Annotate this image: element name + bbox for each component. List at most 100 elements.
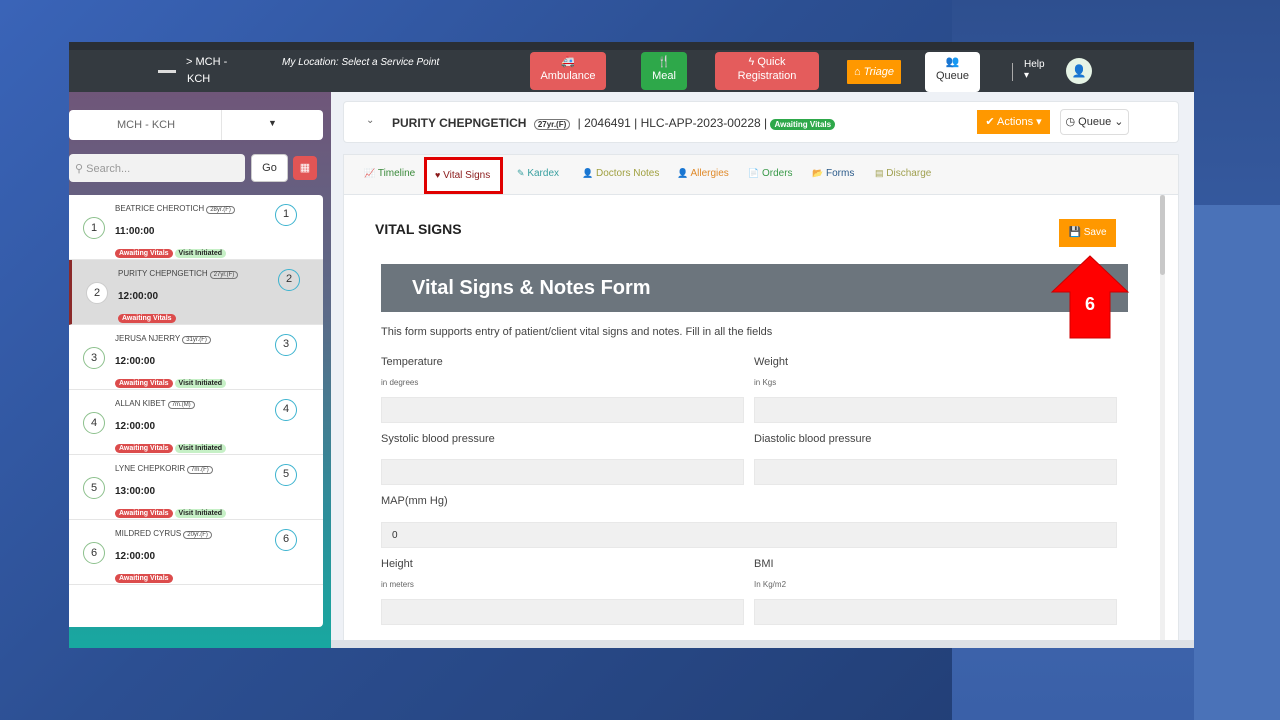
patient-age: 7m.(F) (187, 466, 213, 474)
tab-doctors-notes[interactable]: 👤 Doctors Notes (582, 168, 659, 179)
meal-label: Meal (652, 70, 676, 82)
patient-age: 27yr.(F) (209, 271, 239, 279)
status-tag: Awaiting Vitals (115, 379, 173, 388)
form-banner: Vital Signs & Notes Form (381, 264, 1128, 312)
search-icon: ⚲ (75, 163, 84, 175)
patient-list: 1 BEATRICE CHEROTICH 28yr.(F) 11:00:00 Aw… (69, 195, 323, 627)
diastolic-label: Diastolic blood pressure (754, 433, 872, 445)
save-label: Save (1083, 227, 1107, 238)
tab-label: Discharge (886, 168, 932, 179)
tab-allergies[interactable]: 👤 Allergies (677, 168, 729, 179)
tab-forms[interactable]: 📂 Forms (812, 168, 854, 179)
systolic-input[interactable] (381, 459, 744, 485)
step-number: 6 (1084, 294, 1095, 314)
tab-label: Kardex (527, 168, 560, 179)
patient-name: LYNE CHEPKORIR (115, 464, 186, 473)
tab-icon: 📈 (364, 168, 376, 178)
vital-signs-tab-highlight: ♥ Vital Signs (424, 157, 503, 194)
height-input[interactable] (381, 599, 744, 625)
patient-id: 2046491 (584, 116, 631, 130)
weight-input[interactable] (754, 397, 1117, 423)
facility-select[interactable]: MCH - KCH ▼ (69, 110, 323, 140)
meal-button[interactable]: 🍴 Meal (641, 52, 687, 90)
patient-age: 20yr.(F) (183, 531, 212, 539)
patient-list-item[interactable]: 6 MILDRED CYRUS 20yr.(F) 12:00:00 Awaitin… (69, 520, 323, 585)
tab-icon: 📂 (812, 168, 824, 178)
height-label: Height (381, 558, 413, 570)
calendar-icon[interactable]: ▦ (293, 156, 317, 180)
tab-orders[interactable]: 📄 Orders (748, 168, 793, 179)
bmi-input[interactable] (754, 599, 1117, 625)
go-button[interactable]: Go (251, 154, 288, 182)
status-tag: Awaiting Vitals (115, 574, 173, 583)
quick-registration-button[interactable]: ϟ Quick Registration (715, 52, 819, 90)
facility-breadcrumb[interactable]: > MCH - KCH (186, 56, 227, 90)
collapse-chevron-icon[interactable]: ⌄ (366, 115, 374, 126)
patient-age: 27yr.(F) (533, 119, 571, 130)
appointment-time: 11:00:00 (115, 226, 155, 237)
ticket-number: 3 (275, 334, 297, 356)
sidebar: MCH - KCH ▼ ⚲ Search... Go ▦ 1 BEATRICE … (69, 92, 331, 648)
tab-label: Doctors Notes (596, 168, 660, 179)
patient-list-item[interactable]: 4 ALLAN KIBET 7m.(M) 12:00:00 Awaiting Vi… (69, 390, 323, 455)
height-hint: in meters (381, 580, 414, 589)
appointment-id: HLC-APP-2023-00228 (640, 116, 761, 130)
facility-select-value: MCH - KCH (117, 119, 176, 131)
triage-button[interactable]: ⌂ Triage (847, 60, 901, 84)
app-screenshot: > MCH - KCH My Location: Select a Service… (69, 42, 1194, 648)
scrollbar-thumb[interactable] (1160, 195, 1165, 275)
queue-number: 3 (83, 347, 105, 369)
patient-list-item[interactable]: 2 PURITY CHEPNGETICH 27yr.(F) 12:00:00 Aw… (69, 260, 323, 325)
patient-age: 28yr.(F) (206, 206, 235, 214)
save-button[interactable]: 💾 Save (1059, 219, 1116, 247)
facility-line1: MCH - (195, 56, 228, 68)
ambulance-button[interactable]: 🚑 Ambulance (530, 52, 606, 90)
section-title: VITAL SIGNS (375, 221, 462, 237)
systolic-label: Systolic blood pressure (381, 433, 495, 445)
ticket-number: 4 (275, 399, 297, 421)
tab-timeline[interactable]: 📈 Timeline (364, 168, 415, 179)
utensils-icon: 🍴 (657, 56, 671, 68)
patient-name: ALLAN KIBET (115, 399, 166, 408)
ambulance-icon: 🚑 (561, 56, 575, 68)
horizontal-scrollbar[interactable] (331, 640, 1194, 648)
actions-button[interactable]: ✔ Actions ▾ (977, 110, 1050, 134)
status-tag: Visit Initiated (174, 249, 226, 258)
triage-label: Triage (863, 66, 895, 78)
patient-search-input[interactable]: ⚲ Search... (69, 154, 245, 182)
status-tag: Awaiting Vitals (115, 249, 173, 258)
temperature-input[interactable] (381, 397, 744, 423)
patient-name: MILDRED CYRUS (115, 529, 182, 538)
patient-list-item[interactable]: 1 BEATRICE CHEROTICH 28yr.(F) 11:00:00 Aw… (69, 195, 323, 260)
map-input[interactable]: 0 (381, 522, 1117, 548)
queue-nav-button[interactable]: 👥 Queue (925, 52, 980, 92)
help-dropdown[interactable]: Help ▾ (1024, 59, 1045, 81)
location-selector[interactable]: My Location: Select a Service Point (282, 55, 442, 70)
patient-name: BEATRICE CHEROTICH (115, 204, 205, 213)
patient-age: 7m.(M) (167, 401, 195, 409)
tab-discharge[interactable]: ▤ Discharge (875, 168, 931, 179)
user-avatar[interactable]: 👤 (1066, 58, 1092, 84)
patient-list-item[interactable]: 5 LYNE CHEPKORIR 7m.(F) 13:00:00 Awaiting… (69, 455, 323, 520)
status-tag: Awaiting Vitals (118, 314, 176, 323)
queue-dropdown[interactable]: ◷ Queue ⌄ (1060, 109, 1129, 135)
patient-header: ⌄ PURITY CHEPNGETICH 27yr.(F) | 2046491 … (343, 101, 1179, 143)
tab-icon: ♥ (435, 170, 441, 180)
queue-number: 6 (83, 542, 105, 564)
tab-label: Orders (762, 168, 793, 179)
queue-number: 5 (83, 477, 105, 499)
divider (1012, 63, 1013, 81)
patient-list-item[interactable]: 3 JERUSA NJERRY 31yr.(F) 12:00:00 Awaitin… (69, 325, 323, 390)
tab-label: Forms (826, 168, 855, 179)
tab-label: Allergies (690, 168, 729, 179)
diastolic-input[interactable] (754, 459, 1117, 485)
scrollbar[interactable] (1160, 195, 1165, 648)
tab-kardex[interactable]: ✎ Kardex (517, 168, 559, 179)
appointment-time: 12:00:00 (115, 356, 156, 367)
patient-name: PURITY CHEPNGETICH (118, 269, 208, 278)
status-tag: Visit Initiated (174, 509, 226, 518)
status-tag: Visit Initiated (174, 379, 226, 388)
tab-vital-signs[interactable]: ♥ Vital Signs (435, 170, 490, 181)
patient-name: JERUSA NJERRY (115, 334, 181, 343)
menu-icon[interactable] (158, 70, 176, 73)
